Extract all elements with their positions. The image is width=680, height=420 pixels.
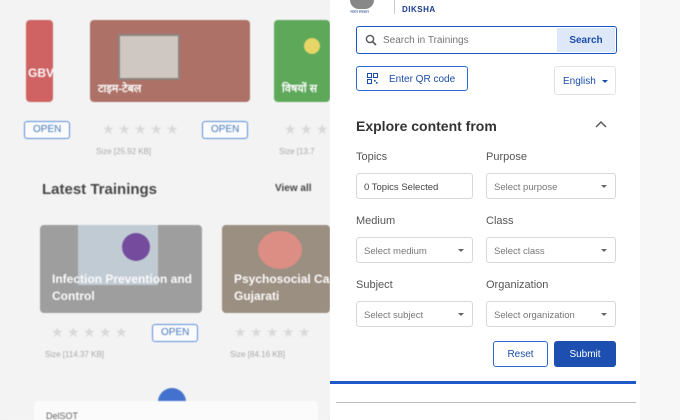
file-size: Size [13.7 — [279, 147, 315, 156]
course-card-gbv[interactable]: GBV — [26, 20, 53, 102]
search-button[interactable]: Search — [557, 28, 615, 52]
submit-button[interactable]: Submit — [554, 341, 616, 367]
course-card-partial[interactable]: DelSOT — [34, 401, 318, 420]
star-icon: ★ — [115, 324, 128, 340]
medium-placeholder: Select medium — [364, 246, 427, 257]
filter-panel: भारत सरकार DIKSHA Search Enter QR code — [330, 0, 640, 420]
language-value: English — [563, 76, 596, 87]
qr-code-icon — [367, 73, 378, 84]
chevron-down-icon — [458, 313, 464, 316]
course-card-title: Psychosocial Ca Gujarati — [234, 272, 330, 303]
star-icon: ★ — [102, 121, 115, 137]
file-size: Size [114.37 KB] — [45, 350, 104, 359]
qr-code-button[interactable]: Enter QR code — [356, 66, 468, 91]
course-card-psychosocial[interactable]: Psychosocial Ca Gujarati — [222, 225, 330, 313]
scroll-top-fab[interactable] — [158, 388, 186, 402]
brand-name: DIKSHA — [402, 5, 436, 14]
open-button[interactable]: OPEN — [152, 324, 199, 342]
star-icon: ★ — [300, 121, 313, 137]
organization-select[interactable]: Select organization — [486, 301, 616, 327]
course-card-title: DelSOT — [46, 411, 79, 420]
subject-select[interactable]: Select subject — [356, 301, 473, 327]
screen: GBV टाइम-टेबल विषयों स OPEN ★ ★ ★ ★ ★ OPEN ★… — [0, 0, 680, 420]
chevron-down-icon — [458, 249, 464, 252]
virus-icon — [122, 233, 150, 261]
star-icon: ★ — [67, 324, 80, 340]
star-icon: ★ — [83, 324, 96, 340]
medium-select[interactable]: Select medium — [356, 237, 473, 263]
class-placeholder: Select class — [494, 246, 545, 257]
medium-label: Medium — [356, 215, 396, 227]
course-card-title: GBV — [28, 66, 53, 80]
topics-label: Topics — [356, 151, 388, 163]
footer-divider — [336, 402, 636, 403]
background-page: GBV टाइम-टेबल विषयों स OPEN ★ ★ ★ ★ ★ OPEN ★… — [0, 0, 330, 420]
star-icon: ★ — [282, 324, 295, 340]
course-card-title: विषयों स — [282, 83, 318, 95]
class-label: Class — [486, 215, 514, 227]
file-size: Size [25.92 KB] — [96, 147, 152, 156]
star-icon: ★ — [298, 324, 311, 340]
rating-stars: ★ ★ ★ ★ ★ — [51, 324, 128, 340]
course-card-infection[interactable]: Infection Prevention and Control — [40, 225, 202, 313]
chevron-down-icon — [601, 313, 607, 316]
latest-trainings-heading: Latest Trainings — [42, 181, 158, 198]
star-icon: ★ — [150, 121, 163, 137]
star-icon: ★ — [51, 324, 64, 340]
rating-stars: ★ ★ ★ — [284, 121, 329, 137]
rating-stars: ★ ★ ★ ★ ★ — [234, 324, 311, 340]
course-card-timetable[interactable]: टाइम-टेबल — [90, 20, 250, 102]
timetable-thumbnail — [118, 34, 180, 80]
star-icon: ★ — [134, 121, 147, 137]
chevron-down-icon — [601, 185, 607, 188]
brain-icon — [258, 231, 302, 269]
purpose-select[interactable]: Select purpose — [486, 173, 616, 199]
view-all-link[interactable]: View all — [275, 183, 312, 194]
open-button[interactable]: OPEN — [202, 121, 249, 139]
star-icon: ★ — [250, 324, 263, 340]
class-select[interactable]: Select class — [486, 237, 616, 263]
subject-placeholder: Select subject — [364, 310, 424, 321]
search-icon — [365, 34, 377, 46]
star-icon: ★ — [316, 121, 329, 137]
reset-button[interactable]: Reset — [493, 341, 548, 367]
subject-label: Subject — [356, 279, 393, 291]
search-input[interactable] — [383, 28, 558, 52]
emblem-caption: भारत सरकार — [350, 9, 369, 14]
logo-divider — [394, 0, 395, 14]
topics-value: 0 Topics Selected — [364, 182, 439, 193]
topics-field[interactable]: 0 Topics Selected — [356, 173, 473, 199]
purpose-placeholder: Select purpose — [494, 182, 558, 193]
thumbnail-shape — [304, 38, 320, 54]
star-icon: ★ — [99, 324, 112, 340]
header-logo: भारत सरकार DIKSHA — [350, 0, 470, 16]
chevron-up-icon[interactable] — [594, 118, 608, 130]
language-select[interactable]: English — [554, 66, 616, 95]
chevron-down-icon — [602, 80, 608, 83]
explore-title: Explore content from — [356, 118, 497, 134]
course-card-title: टाइम-टेबल — [98, 83, 142, 95]
star-icon: ★ — [284, 121, 297, 137]
search-bar: Search — [356, 26, 617, 54]
page-margin — [640, 0, 680, 420]
footer-accent-bar — [330, 381, 636, 384]
star-icon: ★ — [166, 121, 179, 137]
star-icon: ★ — [234, 324, 247, 340]
chevron-down-icon — [601, 249, 607, 252]
organization-label: Organization — [486, 279, 549, 291]
emblem-icon — [350, 0, 374, 9]
rating-stars: ★ ★ ★ ★ ★ — [102, 121, 179, 137]
qr-code-label: Enter QR code — [389, 74, 456, 85]
purpose-label: Purpose — [486, 151, 527, 163]
star-icon: ★ — [266, 324, 279, 340]
star-icon: ★ — [118, 121, 131, 137]
file-size: Size [84.16 KB] — [230, 350, 286, 359]
organization-placeholder: Select organization — [494, 310, 575, 321]
open-button[interactable]: OPEN — [24, 121, 71, 139]
course-card-title: Infection Prevention and Control — [52, 272, 193, 303]
course-card-subjects[interactable]: विषयों स — [274, 20, 330, 102]
